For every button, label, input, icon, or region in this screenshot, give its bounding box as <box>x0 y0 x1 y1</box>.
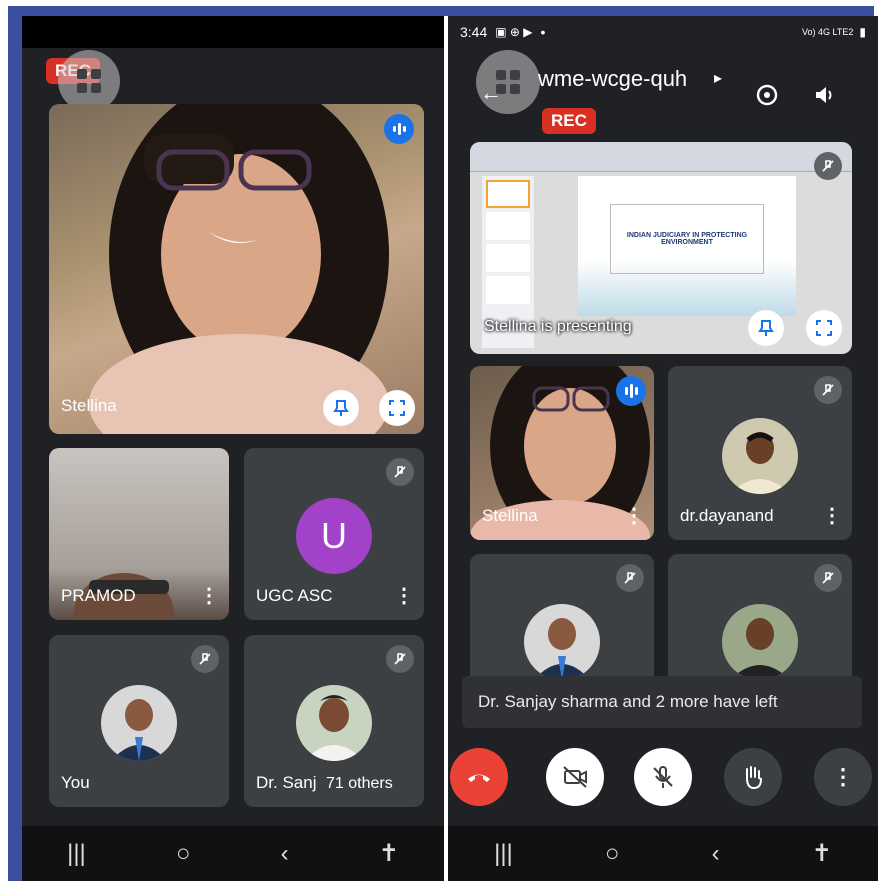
avatar <box>524 604 600 680</box>
participant-name: You <box>61 773 90 792</box>
notification-icons: ▣ ⊕ ▶ <box>495 25 533 39</box>
participant-name: Stellina <box>482 506 538 525</box>
end-call-button[interactable] <box>450 748 508 806</box>
participant-tile[interactable]: U UGC ASC ⋮ <box>244 448 424 620</box>
participant-tile[interactable]: PRAMOD ⋮ <box>49 448 229 620</box>
more-options-icon[interactable]: ⋮ <box>394 586 414 606</box>
layout-grid-button[interactable] <box>58 50 120 112</box>
participant-name: UGC ASC <box>256 586 333 605</box>
camera-toggle-button[interactable] <box>546 748 604 806</box>
ppt-ribbon <box>470 142 852 172</box>
camera-off-icon <box>563 766 587 788</box>
more-options-icon[interactable]: ⋮ <box>199 586 219 606</box>
mic-off-icon <box>616 564 644 592</box>
avatar <box>101 685 177 761</box>
participants-left-toast: Dr. Sanjay sharma and 2 more have left <box>462 676 862 728</box>
back-icon[interactable]: ‹ <box>712 840 720 868</box>
presenting-label: Stellina is presenting <box>484 318 632 335</box>
raise-hand-button[interactable] <box>724 748 782 806</box>
avatar <box>722 418 798 494</box>
chevron-right-icon[interactable]: ▸ <box>714 68 722 88</box>
participant-tile[interactable] <box>470 554 654 694</box>
fullscreen-icon <box>389 400 405 416</box>
mic-off-icon <box>814 564 842 592</box>
mic-off-icon <box>191 645 219 673</box>
network-indicator: Vo) 4G LTE2 <box>802 27 854 37</box>
speaking-indicator <box>616 376 646 406</box>
speaker-icon <box>816 87 832 103</box>
more-options-icon[interactable]: ⋮ <box>822 506 842 526</box>
avatar <box>722 604 798 680</box>
recents-icon[interactable]: ||| <box>67 840 86 868</box>
slide-title: INDIAN JUDICIARY IN PROTECTING ENVIRONME… <box>610 204 764 274</box>
avatar <box>296 685 372 761</box>
screenshot-frame: REC Stellina <box>0 0 878 881</box>
participant-name: Dr. Sanj <box>256 773 317 792</box>
status-dot: • <box>540 24 546 40</box>
mic-off-icon <box>814 152 842 180</box>
main-video-tile[interactable]: Stellina <box>49 104 424 434</box>
fullscreen-button[interactable] <box>379 390 415 426</box>
switch-camera-button[interactable] <box>754 82 780 113</box>
avatar-initial: U <box>296 498 372 574</box>
home-icon[interactable]: ○ <box>176 840 191 868</box>
participant-tile[interactable]: dr.dayanand ⋮ <box>668 366 852 540</box>
home-icon[interactable]: ○ <box>605 840 620 868</box>
android-nav-bar: ||| ○ ‹ ✝ <box>22 826 444 881</box>
fullscreen-button[interactable] <box>806 310 842 346</box>
fullscreen-icon <box>816 320 832 336</box>
pin-icon <box>333 400 349 416</box>
recents-icon[interactable]: ||| <box>494 840 513 868</box>
status-time: 3:44 <box>460 24 488 40</box>
grid-icon <box>77 69 101 93</box>
left-phone-screen: REC Stellina <box>22 16 444 881</box>
participant-name: PRAMOD <box>61 586 136 605</box>
slide-canvas: INDIAN JUDICIARY IN PROTECTING ENVIRONME… <box>578 176 796 316</box>
back-arrow-icon[interactable]: ← <box>480 80 502 106</box>
more-options-button[interactable]: ⋮ <box>814 748 872 806</box>
frame-border-left <box>8 6 22 881</box>
mic-toggle-button[interactable] <box>634 748 692 806</box>
others-count-badge[interactable]: 71 others <box>316 771 403 797</box>
battery-icon: ▮ <box>859 25 866 39</box>
pin-icon <box>758 320 774 336</box>
back-icon[interactable]: ‹ <box>281 840 289 868</box>
pin-button[interactable] <box>748 310 784 346</box>
participant-name: Stellina <box>61 396 117 415</box>
mic-off-icon <box>814 376 842 404</box>
participant-tile[interactable]: Dr. Sanj 71 others <box>244 635 424 807</box>
status-bar <box>22 16 444 48</box>
mic-off-icon <box>653 766 673 788</box>
switch-camera-icon <box>756 84 778 106</box>
speaking-indicator <box>384 114 414 144</box>
mic-off-icon <box>386 458 414 486</box>
participant-tile[interactable] <box>668 554 852 694</box>
participant-video <box>89 104 389 434</box>
rec-badge: REC <box>542 108 596 134</box>
accessibility-icon[interactable]: ✝ <box>379 839 399 868</box>
hand-icon <box>746 766 763 790</box>
pin-button[interactable] <box>323 390 359 426</box>
hang-up-icon <box>468 774 490 782</box>
participant-tile[interactable]: Stellina ⋮ <box>470 366 654 540</box>
frame-border-top <box>8 6 874 16</box>
participant-name: dr.dayanand <box>680 506 774 525</box>
more-options-icon[interactable]: ⋮ <box>624 506 644 526</box>
meeting-code[interactable]: wme-wcge-quh <box>538 66 687 92</box>
status-bar: 3:44 ▣ ⊕ ▶ • Vo) 4G LTE2 ▮ <box>448 16 878 48</box>
right-phone-screen: 3:44 ▣ ⊕ ▶ • Vo) 4G LTE2 ▮ ← wme-wcge-qu… <box>448 16 878 881</box>
participant-tile[interactable]: You <box>49 635 229 807</box>
presentation-tile[interactable]: INDIAN JUDICIARY IN PROTECTING ENVIRONME… <box>470 142 852 354</box>
accessibility-icon[interactable]: ✝ <box>812 839 832 868</box>
speaker-button[interactable] <box>812 82 838 113</box>
android-nav-bar: ||| ○ ‹ ✝ <box>448 826 878 881</box>
mic-off-icon <box>386 645 414 673</box>
